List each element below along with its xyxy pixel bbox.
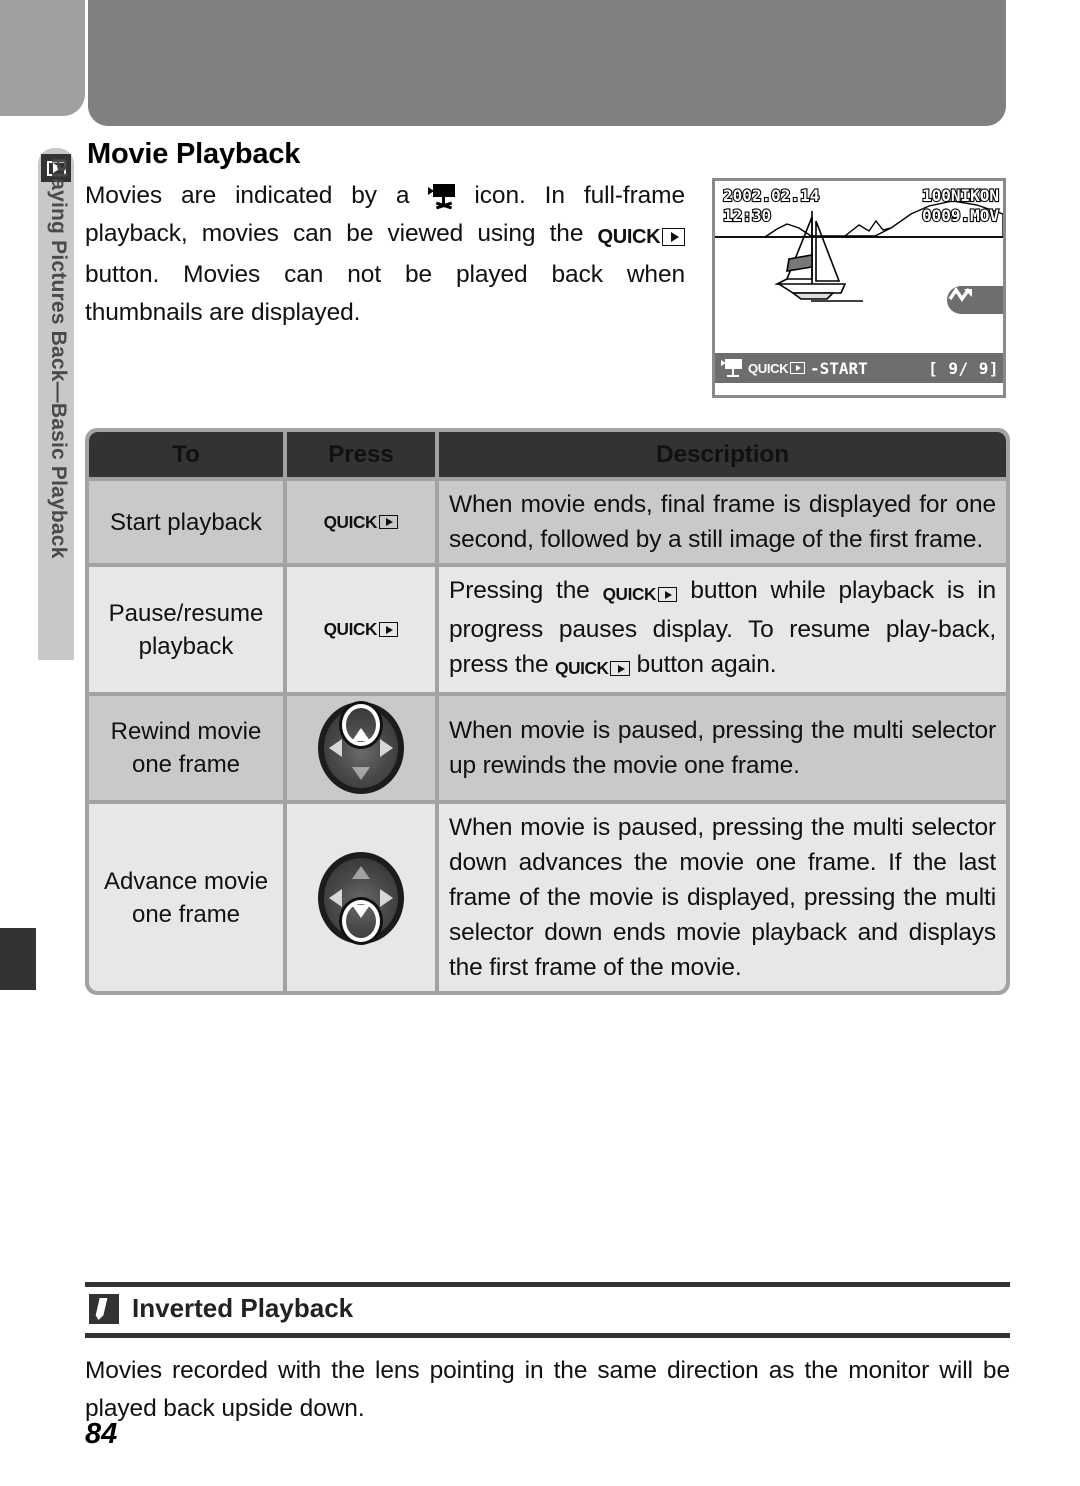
row-action-label: Rewind movie one frame [89, 696, 283, 800]
manual-page: Playing Pictures Back—Basic Playback Mov… [0, 0, 1080, 1486]
table-row: Start playback QUICK When movie ends, fi… [89, 481, 1006, 563]
page-number: 84 [85, 1418, 118, 1450]
camera-lcd-screenshot: 2002.02.14 12:30 100NIKON 0009.MOV QUICK… [712, 178, 1006, 398]
table-row: Rewind movie one frame When movie is pau… [89, 696, 1006, 800]
column-header-press: Press [287, 432, 435, 477]
table-row: Advance movie one frame When movie is pa… [89, 804, 1006, 991]
row-press-control [287, 696, 435, 800]
note-rule-bottom [85, 1333, 1010, 1338]
lcd-status-bar: QUICK -START [ 9/ 9] [715, 353, 1003, 383]
note-heading: Inverted Playback [132, 1293, 354, 1323]
column-header-to: To [89, 432, 283, 477]
note-body: Movies recorded with the lens pointing i… [85, 1357, 1010, 1422]
page-title: Movie Playback [87, 138, 301, 170]
row-press-control: QUICK [287, 567, 435, 692]
row-action-label: Start playback [89, 481, 283, 563]
header-bar-left [0, 0, 85, 116]
row-action-label: Pause/resume playback [89, 567, 283, 692]
multi-selector-down-icon [318, 851, 404, 944]
multi-selector-up-icon [318, 702, 404, 794]
lcd-date: 2002.02.14 [722, 185, 821, 206]
lcd-frame-counter: [ 9/ 9] [928, 358, 999, 378]
lcd-file-name: 0009.MOV [921, 205, 1000, 226]
quick-playback-button-icon: QUICK [748, 361, 805, 376]
section-tab-sidebar[interactable]: Playing Pictures Back—Basic Playback [38, 148, 74, 660]
intro-text-part3: button. Movies can not be played back wh… [85, 261, 685, 326]
row-press-control: QUICK [287, 481, 435, 563]
quick-playback-button-icon: QUICK [598, 218, 685, 256]
inverted-playback-note: Inverted Playback Movies recorded with t… [85, 1282, 1010, 1428]
desc-part-a: Pressing the [449, 577, 603, 604]
lcd-status-action: -START [809, 358, 868, 378]
quick-playback-button-icon: QUICK [324, 613, 399, 646]
movie-playback-table: To Press Description Start playback QUIC… [85, 428, 1010, 995]
lcd-folder-name: 100NIKON [921, 185, 1000, 206]
pencil-icon [89, 1293, 119, 1324]
movie-indicator-icon [947, 286, 1003, 314]
intro-paragraph: Movies are indicated by a icon. In full-… [85, 177, 685, 332]
movie-camera-icon [721, 359, 743, 377]
row-description: When movie is paused, pressing the multi… [439, 804, 1006, 991]
quick-playback-button-icon: QUICK [555, 651, 630, 686]
row-description: When movie ends, final frame is displaye… [439, 481, 1006, 563]
movie-camera-icon [428, 184, 456, 209]
row-description: Pressing the QUICK button while playback… [439, 567, 1006, 692]
column-header-description: Description [439, 432, 1006, 477]
desc-part-c: button again. [629, 651, 777, 678]
page-edge-tab-marker [0, 928, 36, 990]
header-bar-main [88, 0, 1006, 126]
row-press-control [287, 804, 435, 991]
row-description: When movie is paused, pressing the multi… [439, 696, 1006, 800]
table-row: Pause/resume playback QUICK Pressing the… [89, 567, 1006, 692]
quick-playback-button-icon: QUICK [324, 506, 399, 539]
quick-playback-button-icon: QUICK [603, 577, 678, 612]
table-header-row: To Press Description [89, 432, 1006, 477]
row-action-label: Advance movie one frame [89, 804, 283, 991]
intro-text-part1: Movies are indicated by a [85, 182, 429, 209]
sidebar-section-label: Playing Pictures Back—Basic Playback [47, 158, 70, 559]
lcd-time: 12:30 [722, 205, 772, 226]
